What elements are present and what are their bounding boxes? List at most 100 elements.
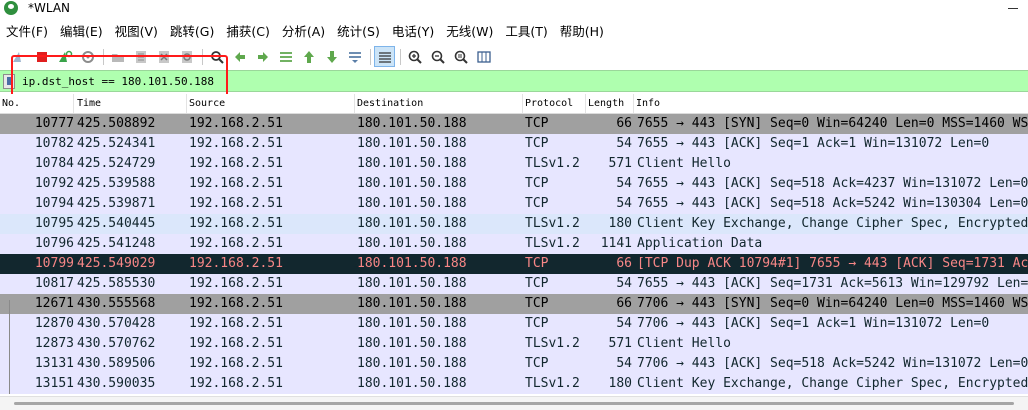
folder-icon	[111, 53, 124, 62]
cell-length: 54	[616, 276, 632, 291]
menu-tools[interactable]: 工具(T)	[499, 19, 553, 45]
packet-row[interactable]: 10817 425.585530 192.168.2.51 180.101.50.18…	[0, 274, 1028, 294]
column-header-destination[interactable]: Destination	[355, 94, 523, 113]
cell-no: 10799	[34, 256, 74, 271]
cell-time: 425.539871	[77, 196, 156, 211]
cell-no: 10817	[34, 276, 74, 291]
go-first-packet-button[interactable]	[298, 46, 319, 67]
cell-time: 425.549029	[77, 256, 156, 271]
menu-go[interactable]: 跳转(G)	[164, 19, 220, 45]
start-capture-button[interactable]	[8, 46, 29, 67]
go-forward-button[interactable]	[252, 46, 273, 67]
cell-no: 12671	[34, 296, 74, 311]
column-header-protocol[interactable]: Protocol	[523, 94, 586, 113]
cell-length: 180	[608, 376, 632, 391]
packet-list[interactable]: 10777 425.508892 192.168.2.51 180.101.50.18…	[0, 114, 1028, 394]
cell-destination: 180.101.50.188	[357, 276, 467, 291]
menu-capture[interactable]: 捕获(C)	[220, 19, 275, 45]
column-header-source[interactable]: Source	[187, 94, 355, 113]
column-header-length[interactable]: Length	[586, 94, 634, 113]
packet-row[interactable]: 10777 425.508892 192.168.2.51 180.101.50.18…	[0, 114, 1028, 134]
menu-file[interactable]: 文件(F)	[0, 19, 54, 45]
list-lines-icon	[378, 51, 391, 63]
restart-capture-button[interactable]	[54, 46, 75, 67]
cell-destination: 180.101.50.188	[357, 316, 467, 331]
cell-time: 425.541248	[77, 236, 156, 251]
go-to-packet-button[interactable]	[275, 46, 296, 67]
cell-no: 10777	[34, 116, 74, 131]
cell-no: 10796	[34, 236, 74, 251]
packet-row[interactable]: 12671 430.555568 192.168.2.51 180.101.50.18…	[0, 294, 1028, 314]
cell-destination: 180.101.50.188	[357, 236, 467, 251]
zoom-out-button[interactable]	[427, 46, 448, 67]
cell-info: Client Key Exchange, Change Cipher Spec,…	[637, 216, 1028, 231]
menu-statistics[interactable]: 统计(S)	[331, 19, 386, 45]
cell-destination: 180.101.50.188	[357, 196, 467, 211]
menu-telephony[interactable]: 电话(Y)	[386, 19, 440, 45]
packet-row[interactable]: 12873 430.570762 192.168.2.51 180.101.50.18…	[0, 334, 1028, 354]
cell-protocol: TCP	[525, 116, 549, 131]
cell-source: 192.168.2.51	[189, 256, 283, 271]
arrow-right-icon	[257, 51, 268, 62]
packet-row[interactable]: 13131 430.589506 192.168.2.51 180.101.50.18…	[0, 354, 1028, 374]
cell-info: Client Key Exchange, Change Cipher Spec,…	[637, 376, 1028, 391]
arrow-up-icon	[303, 50, 314, 63]
go-last-packet-button[interactable]	[321, 46, 342, 67]
menu-wireless[interactable]: 无线(W)	[440, 19, 499, 45]
open-file-button[interactable]	[107, 46, 128, 67]
close-file-button[interactable]	[153, 46, 174, 67]
cell-destination: 180.101.50.188	[357, 156, 467, 171]
conversation-bracket-line	[9, 300, 10, 394]
packet-row[interactable]: 10794 425.539871 192.168.2.51 180.101.50.18…	[0, 194, 1028, 214]
cell-source: 192.168.2.51	[189, 156, 283, 171]
cell-protocol: TLSv1.2	[525, 336, 580, 351]
autoscroll-button[interactable]	[344, 46, 365, 67]
packet-row[interactable]: 10799 425.549029 192.168.2.51 180.101.50.18…	[0, 254, 1028, 274]
display-filter-input[interactable]: ip.dst_host == 180.101.50.188	[22, 73, 622, 90]
cell-no: 10784	[34, 156, 74, 171]
packet-row[interactable]: 10784 425.524729 192.168.2.51 180.101.50.18…	[0, 154, 1028, 174]
reload-file-button[interactable]	[176, 46, 197, 67]
cell-info: 7655 → 443 [ACK] Seq=518 Ack=5242 Win=13…	[637, 196, 1028, 211]
cell-time: 425.540445	[77, 216, 156, 231]
column-header-no[interactable]: No.	[0, 94, 74, 113]
cell-protocol: TCP	[525, 276, 549, 291]
cell-length: 66	[616, 256, 632, 271]
autoscroll-icon	[348, 51, 361, 63]
cell-time: 430.589506	[77, 356, 156, 371]
file-close-icon	[158, 50, 169, 63]
column-header-info[interactable]: Info	[634, 94, 1028, 113]
packet-row[interactable]: 10792 425.539588 192.168.2.51 180.101.50.18…	[0, 174, 1028, 194]
packet-row[interactable]: 12870 430.570428 192.168.2.51 180.101.50.18…	[0, 314, 1028, 334]
packet-row[interactable]: 10796 425.541248 192.168.2.51 180.101.50.18…	[0, 234, 1028, 254]
filter-bookmark-icon[interactable]	[3, 74, 15, 89]
cell-destination: 180.101.50.188	[357, 136, 467, 151]
normal-size-button[interactable]	[450, 46, 471, 67]
colorize-button[interactable]	[374, 46, 395, 67]
cell-source: 192.168.2.51	[189, 356, 283, 371]
capture-options-button[interactable]	[77, 46, 98, 67]
menu-help[interactable]: 帮助(H)	[554, 19, 610, 45]
cell-info: Client Hello	[637, 156, 731, 171]
menu-edit[interactable]: 编辑(E)	[54, 19, 109, 45]
menu-analyze[interactable]: 分析(A)	[276, 19, 331, 45]
menu-view[interactable]: 视图(V)	[109, 19, 164, 45]
horizontal-scrollbar[interactable]	[0, 396, 1028, 410]
cell-source: 192.168.2.51	[189, 316, 283, 331]
cell-destination: 180.101.50.188	[357, 376, 467, 391]
resize-columns-button[interactable]	[473, 46, 494, 67]
cell-source: 192.168.2.51	[189, 216, 283, 231]
packet-row[interactable]: 10782 425.524341 192.168.2.51 180.101.50.18…	[0, 134, 1028, 154]
packet-row[interactable]: 10795 425.540445 192.168.2.51 180.101.50.18…	[0, 214, 1028, 234]
packet-row[interactable]: 13151 430.590035 192.168.2.51 180.101.50.18…	[0, 374, 1028, 394]
stop-capture-button[interactable]	[31, 46, 52, 67]
find-packet-button[interactable]	[206, 46, 227, 67]
resize-columns-icon	[476, 50, 491, 63]
column-header-time[interactable]: Time	[75, 94, 187, 113]
save-file-button[interactable]	[130, 46, 151, 67]
scrollbar-thumb[interactable]	[14, 402, 1014, 405]
minimize-button[interactable]	[1000, 0, 1028, 16]
cell-source: 192.168.2.51	[189, 296, 283, 311]
go-back-button[interactable]	[229, 46, 250, 67]
zoom-in-button[interactable]	[404, 46, 425, 67]
